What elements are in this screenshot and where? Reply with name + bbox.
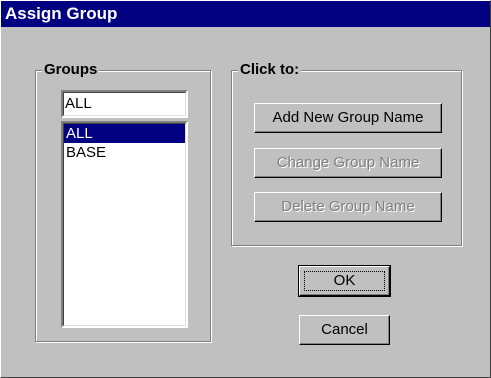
change-group-name-button[interactable]: Change Group Name [254,148,442,178]
groups-groupbox: Groups ALL BASE [35,60,211,342]
ok-focus-rect [304,271,385,291]
window-title: Assign Group [5,4,118,23]
groups-listbox[interactable]: ALL BASE [61,121,188,328]
delete-group-name-label: Delete Group Name [281,198,415,215]
click-to-groupbox: Click to: Add New Group Name Change Grou… [231,60,462,246]
add-new-group-name-label: Add New Group Name [272,109,424,126]
delete-group-name-button[interactable]: Delete Group Name [254,192,442,222]
group-name-combo[interactable] [61,90,188,118]
ok-button[interactable]: OK [298,265,391,297]
list-item-all[interactable]: ALL [64,124,185,143]
change-group-name-label: Change Group Name [276,154,420,171]
assign-group-dialog: Assign Group Groups ALL BASE Click to: A… [0,0,491,378]
group-name-input[interactable] [65,92,184,116]
cancel-label: Cancel [321,321,368,338]
list-item-base[interactable]: BASE [64,143,185,162]
groups-label: Groups [42,60,100,80]
click-to-label: Click to: [238,60,302,80]
cancel-button[interactable]: Cancel [299,315,390,345]
title-bar[interactable]: Assign Group [1,1,490,27]
add-new-group-name-button[interactable]: Add New Group Name [254,103,442,133]
